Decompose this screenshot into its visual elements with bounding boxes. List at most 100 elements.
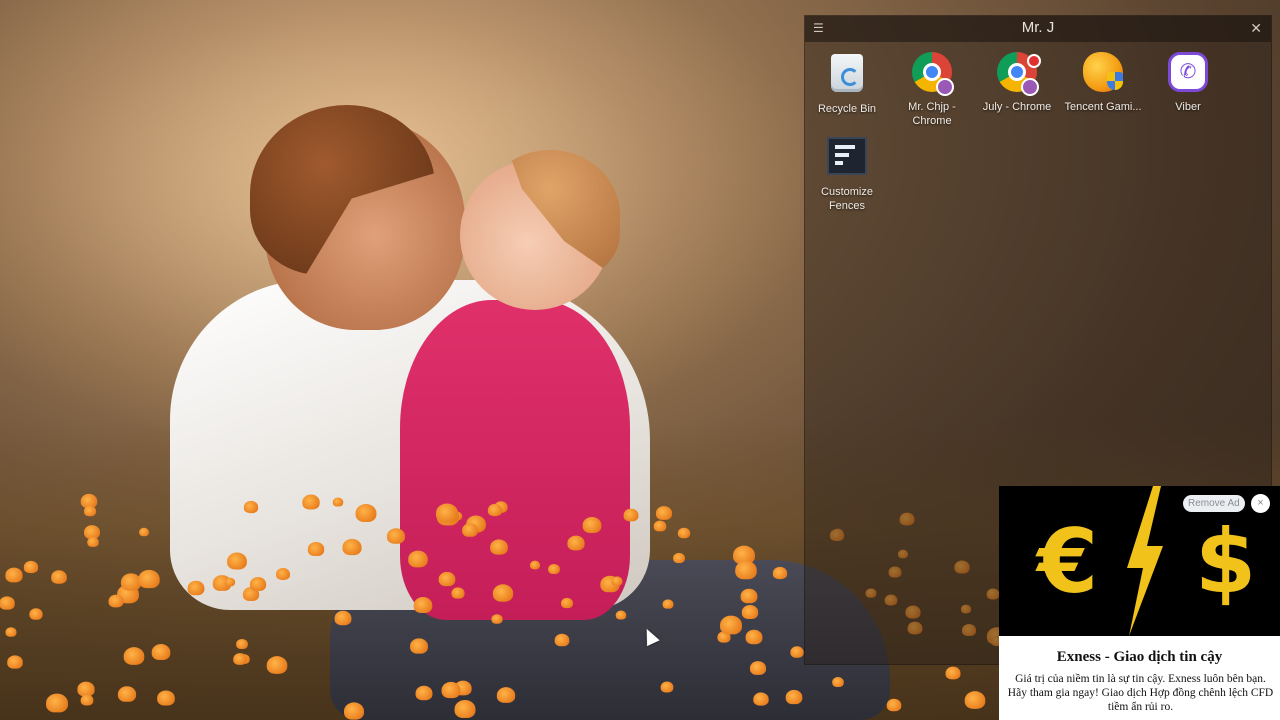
flower (7, 655, 24, 670)
lightning-bolt-icon (1127, 486, 1163, 636)
flower (656, 505, 673, 520)
flower (548, 563, 560, 574)
flower (719, 616, 742, 635)
fence-title: Mr. J (1021, 19, 1055, 36)
flower (740, 589, 757, 604)
flower (965, 691, 986, 709)
flower (410, 638, 429, 654)
icon-label: Recycle Bin (817, 103, 877, 115)
flower (236, 638, 248, 649)
girl-dress (400, 300, 630, 620)
flower (46, 693, 69, 713)
flower (152, 643, 171, 660)
flower (118, 685, 137, 702)
flower (790, 646, 804, 658)
flower (225, 577, 236, 587)
flower (5, 567, 23, 583)
flower (529, 560, 540, 570)
flower (785, 690, 803, 705)
flower (23, 561, 39, 574)
flower (137, 569, 160, 589)
flower (735, 561, 757, 580)
desktop-icon-mr-chjp-chrome[interactable]: Mr. Chjp - Chrome (892, 46, 972, 128)
close-icon[interactable]: ✕ (1250, 20, 1262, 37)
flower (138, 528, 149, 537)
flower (672, 552, 685, 563)
icon-label: Tencent Gami... (1064, 101, 1142, 113)
icon-label: Viber (1175, 101, 1201, 113)
icon-label: July - Chrome (982, 101, 1052, 113)
icon-label: Mr. Chjp - Chrome (908, 101, 956, 127)
flower (243, 501, 258, 514)
flower (438, 571, 455, 587)
chrome-icon (995, 52, 1041, 96)
flower (0, 596, 15, 610)
flower (662, 599, 674, 609)
flower (157, 690, 176, 707)
desktop-icon-viber[interactable]: ✆ Viber (1148, 46, 1228, 114)
flower (616, 610, 627, 620)
profile-badge-icon (1027, 54, 1041, 68)
flower (29, 608, 43, 620)
flower (307, 542, 325, 557)
flower (677, 527, 691, 539)
profile-badge-icon (1021, 78, 1039, 96)
desktop-icon-customize-fences[interactable]: Customize Fences (807, 131, 887, 213)
flower (454, 699, 476, 718)
icon-label: Customize Fences (821, 186, 873, 212)
ad-banner[interactable]: € $ Remove Ad × (999, 486, 1280, 636)
flower (623, 508, 639, 522)
fences-icon (825, 137, 869, 181)
flower (276, 567, 291, 580)
flower (334, 611, 352, 626)
tencent-gaming-icon (1081, 52, 1125, 96)
flower (583, 516, 602, 534)
flower (355, 504, 377, 522)
flower (441, 682, 461, 699)
fence-titlebar[interactable]: ☰ Mr. J ✕ (805, 16, 1271, 42)
viber-icon: ✆ (1166, 52, 1210, 96)
flower (461, 523, 478, 538)
euro-symbol: € (1037, 510, 1099, 613)
advertisement[interactable]: € $ Remove Ad × Exness - Giao dịch tin c… (999, 486, 1280, 720)
desktop-icon-recycle-bin[interactable]: Recycle Bin (807, 46, 887, 116)
flower (745, 629, 763, 645)
flower (408, 550, 428, 567)
flower (5, 627, 17, 638)
shield-icon (1107, 72, 1123, 90)
flower (343, 702, 364, 720)
flower (187, 581, 205, 596)
flower (831, 676, 844, 687)
flower (436, 503, 459, 523)
flower (342, 538, 362, 556)
flower (741, 604, 759, 620)
chrome-icon (910, 52, 954, 96)
flower (108, 594, 124, 608)
flower (332, 497, 343, 507)
desktop-icon-july-chrome[interactable]: July - Chrome (977, 46, 1057, 114)
flower (886, 698, 902, 711)
close-ad-button[interactable]: × (1251, 494, 1270, 513)
flower (660, 681, 674, 693)
flower (561, 598, 574, 609)
flower (80, 694, 93, 706)
flower (611, 575, 623, 586)
flower (386, 528, 406, 545)
flower (488, 503, 503, 517)
desktop-icon-tencent-gaming[interactable]: Tencent Gami... (1063, 46, 1143, 114)
flower (490, 538, 508, 555)
flower (413, 597, 432, 614)
ad-body: Giá trị của niềm tin là sự tin cậy. Exne… (1007, 673, 1274, 713)
flower (567, 535, 586, 551)
flower (554, 633, 570, 646)
flower (123, 647, 145, 666)
flower (945, 666, 961, 679)
profile-badge-icon (936, 78, 954, 96)
flower (227, 552, 248, 570)
flower (653, 520, 667, 532)
remove-ad-button[interactable]: Remove Ad (1183, 495, 1245, 512)
ad-title[interactable]: Exness - Giao dịch tin cậy (999, 649, 1280, 666)
flower (50, 570, 67, 584)
flower (451, 587, 465, 599)
dollar-symbol: $ (1195, 510, 1257, 613)
